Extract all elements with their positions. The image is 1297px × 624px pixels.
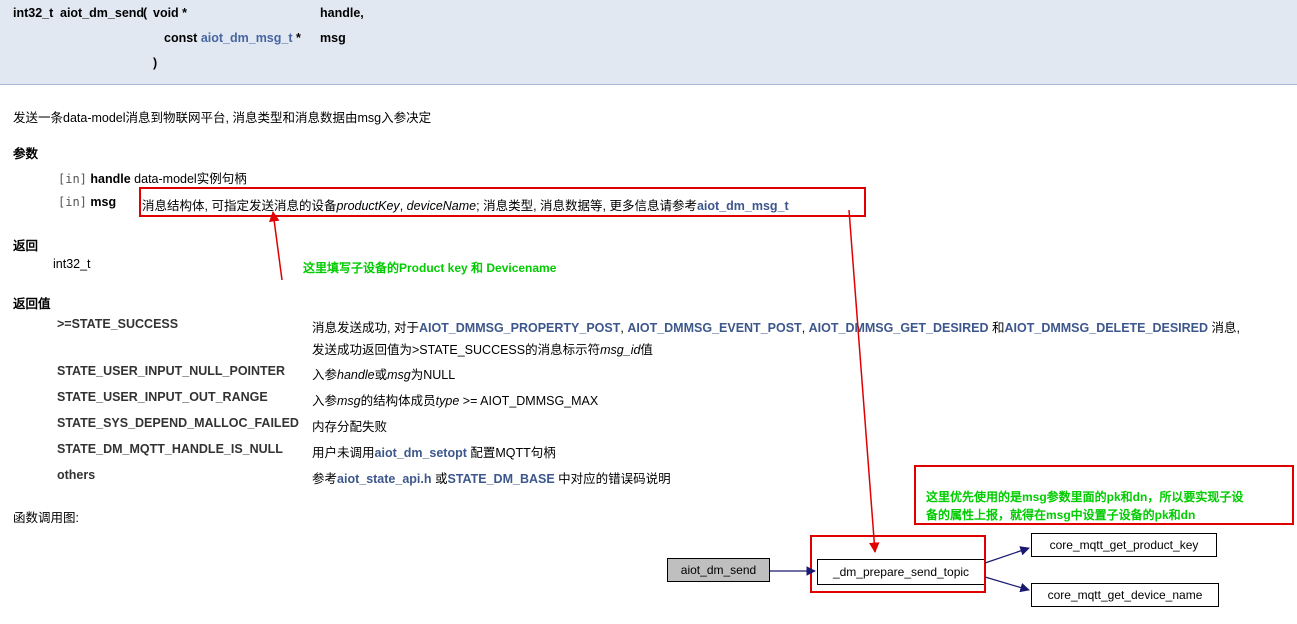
retval-name: STATE_DM_MQTT_HANDLE_IS_NULL: [57, 442, 283, 456]
retval-name: STATE_SYS_DEPEND_MALLOC_FAILED: [57, 416, 299, 430]
link[interactable]: AIOT_DMMSG_GET_DESIRED: [809, 321, 989, 335]
retval-desc-line2: 发送成功返回值为>STATE_SUCCESS的消息标示符msg_id值: [312, 343, 653, 357]
link[interactable]: AIOT_DMMSG_PROPERTY_POST: [419, 321, 620, 335]
param1-name: handle,: [320, 6, 364, 20]
red-arrow-up: [269, 210, 283, 281]
returns-heading: 返回: [13, 239, 39, 253]
retval-desc: 入参handle或msg为NULL: [312, 368, 456, 382]
retval-desc: 参考aiot_state_api.h 或STATE_DM_BASE 中对应的错误…: [312, 472, 671, 486]
close-paren: ): [153, 56, 158, 70]
function-name: aiot_dm_send: [60, 6, 145, 20]
graph-node-core-mqtt-get-device-name[interactable]: core_mqtt_get_device_name: [1031, 583, 1219, 607]
highlight-box-msg-param: [139, 187, 866, 217]
annotation-note-line1: 这里优先使用的是msg参数里面的pk和dn，所以要实现子设: [926, 490, 1244, 504]
state-dm-base-link[interactable]: STATE_DM_BASE: [447, 472, 554, 486]
open-paren: (: [143, 6, 148, 20]
annotation-note-line2: 备的属性上报，就得在msg中设置子设备的pk和dn: [926, 508, 1196, 522]
graph-node-core-mqtt-get-product-key[interactable]: core_mqtt_get_product_key: [1031, 533, 1217, 557]
annotation-note-pk-dn: 这里填写子设备的Product key 和 Devicename: [303, 261, 557, 275]
link[interactable]: AIOT_DMMSG_EVENT_POST: [627, 321, 801, 335]
param2-type: const aiot_dm_msg_t *: [164, 31, 301, 45]
param1-type: void *: [153, 6, 188, 20]
retval-desc: 用户未调用aiot_dm_setopt 配置MQTT句柄: [312, 446, 556, 460]
retval-desc: 入参msg的结构体成员type >= AIOT_DMMSG_MAX: [312, 394, 599, 408]
graph-edge: [984, 546, 1030, 564]
param-row-handle: [in] handle data-model实例句柄: [58, 172, 247, 186]
arrows-overlay: [269, 209, 1030, 593]
retval-desc: 消息发送成功, 对于AIOT_DMMSG_PROPERTY_POST, AIOT…: [312, 321, 1240, 335]
aiot-state-api-link[interactable]: aiot_state_api.h: [337, 472, 431, 486]
retval-name: STATE_USER_INPUT_NULL_POINTER: [57, 364, 286, 378]
retval-desc: 内存分配失败: [312, 420, 388, 434]
graph-node-aiot-dm-send: aiot_dm_send: [667, 558, 770, 582]
param-row-msg: [in] msg: [58, 195, 117, 209]
param2-name: msg: [320, 31, 346, 45]
highlight-box-prepare-topic: [810, 535, 986, 593]
aiot-dm-setopt-link[interactable]: aiot_dm_setopt: [375, 446, 467, 460]
description: 发送一条data-model消息到物联网平台, 消息类型和消息数据由msg入参决…: [13, 111, 432, 125]
params-heading: 参数: [13, 147, 39, 161]
retval-name: STATE_USER_INPUT_OUT_RANGE: [57, 390, 268, 404]
return-type: int32_t: [13, 6, 54, 20]
call-graph-label: 函数调用图:: [13, 511, 79, 525]
aiot-dm-msg-t-link[interactable]: aiot_dm_msg_t: [201, 31, 293, 45]
link[interactable]: AIOT_DMMSG_DELETE_DESIRED: [1005, 321, 1209, 335]
red-arrow-down: [848, 209, 880, 554]
return-type-value: int32_t: [53, 257, 91, 271]
function-prototype: int32_t aiot_dm_send ( void * handle, co…: [0, 0, 1297, 85]
retvals-heading: 返回值: [13, 297, 51, 311]
retval-name: others: [57, 468, 96, 482]
retval-name: >=STATE_SUCCESS: [57, 317, 179, 331]
graph-edge: [984, 576, 1030, 593]
